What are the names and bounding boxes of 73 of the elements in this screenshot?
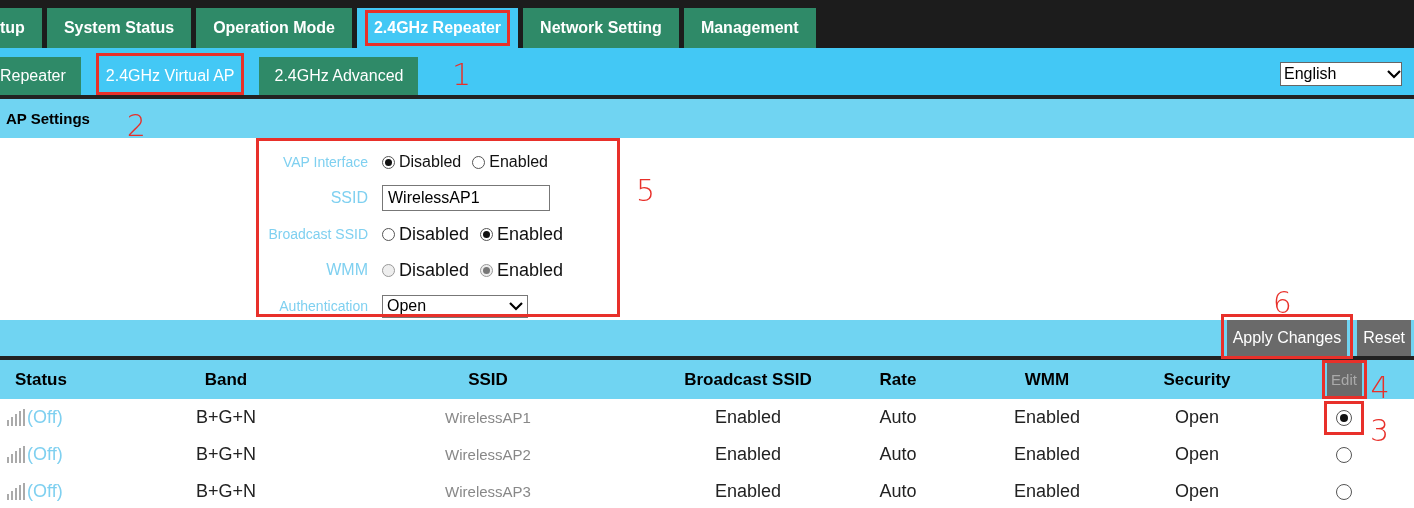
language-select[interactable]: English bbox=[1280, 62, 1402, 86]
annotation-number: 6 bbox=[1272, 288, 1292, 318]
annotation-number: 3 bbox=[1370, 415, 1390, 446]
radio-button[interactable] bbox=[1336, 483, 1352, 500]
signal-icon bbox=[7, 483, 25, 500]
table-cell-text: Enabled bbox=[1012, 444, 1082, 465]
annotation-number: 4 bbox=[1370, 373, 1390, 403]
nav-tab[interactable]: System Status bbox=[46, 8, 192, 48]
signal-icon bbox=[7, 409, 25, 426]
table-cell-text: WirelessAP3 bbox=[444, 483, 532, 500]
radio-option[interactable]: Enabled bbox=[480, 223, 564, 245]
table-cell-text: WirelessAP1 bbox=[444, 409, 532, 426]
section-title: AP Settings bbox=[6, 109, 90, 129]
table-cell-text: B+G+N bbox=[195, 481, 257, 502]
table-cell-text: Auto bbox=[878, 481, 918, 502]
radio-button[interactable] bbox=[472, 155, 486, 169]
apply-button[interactable]: Apply Changes bbox=[1226, 320, 1348, 356]
radio-button[interactable] bbox=[382, 155, 395, 169]
sub-tab[interactable]: 2.4GHz Advanced bbox=[259, 57, 419, 95]
column-header: SSID bbox=[467, 369, 509, 390]
nav-tab[interactable]: Management bbox=[683, 8, 816, 48]
field-label: Authentication bbox=[278, 298, 368, 314]
select-value: English bbox=[1284, 65, 1337, 83]
column-header: WMM bbox=[1023, 369, 1071, 390]
table-cell-text: Enabled bbox=[713, 444, 783, 465]
ssid-input[interactable]: WirelessAP1 bbox=[382, 185, 550, 211]
reset-button[interactable]: Reset bbox=[1357, 320, 1411, 356]
nav-tab[interactable]: tup bbox=[0, 8, 42, 48]
radio-option: Enabled bbox=[480, 259, 564, 281]
chevron-down-icon bbox=[509, 301, 523, 311]
field-label: WMM bbox=[325, 261, 368, 279]
radio-button[interactable] bbox=[480, 227, 494, 241]
table-cell-text: Enabled bbox=[1012, 481, 1082, 502]
signal-icon bbox=[7, 446, 25, 463]
radio-button[interactable] bbox=[1336, 446, 1352, 463]
table-cell-text: Auto bbox=[878, 444, 918, 465]
nav-tab[interactable]: Network Setting bbox=[523, 8, 679, 48]
column-header: Status bbox=[14, 369, 68, 390]
edit-button: Edit bbox=[1326, 363, 1362, 396]
radio-option: Disabled bbox=[382, 259, 470, 281]
table-cell-text: Enabled bbox=[713, 481, 783, 502]
table-cell-text: Open bbox=[1173, 481, 1220, 502]
radio-option[interactable]: Enabled bbox=[472, 153, 548, 171]
column-header: Rate bbox=[878, 369, 918, 390]
table-cell-text: B+G+N bbox=[195, 407, 257, 428]
table-cell-text: B+G+N bbox=[195, 444, 257, 465]
annotation-number: 2 bbox=[126, 111, 146, 141]
table-cell-text: WirelessAP2 bbox=[444, 446, 532, 463]
authentication-select[interactable]: Open bbox=[382, 294, 528, 318]
chevron-down-icon bbox=[1387, 69, 1401, 79]
table-cell-text: Open bbox=[1173, 444, 1220, 465]
radio-button[interactable] bbox=[1336, 409, 1352, 426]
select-value: Open bbox=[387, 297, 427, 315]
status-text: (Off) bbox=[27, 407, 63, 428]
radio-option[interactable]: Disabled bbox=[382, 153, 462, 171]
column-header: Band bbox=[203, 369, 249, 390]
sub-tab[interactable]: Repeater bbox=[0, 57, 81, 95]
table-cell-text: Enabled bbox=[1012, 407, 1082, 428]
radio-option[interactable]: Disabled bbox=[382, 223, 470, 245]
annotation-number: 1 bbox=[451, 60, 471, 90]
table-cell-text: Auto bbox=[878, 407, 918, 428]
annotation-number: 5 bbox=[636, 176, 656, 206]
field-label: VAP Interface bbox=[281, 154, 368, 170]
radio-button[interactable] bbox=[382, 227, 395, 241]
column-header: Broadcast SSID bbox=[683, 369, 813, 390]
table-cell-text: Open bbox=[1173, 407, 1220, 428]
table-cell-text: Enabled bbox=[713, 407, 783, 428]
status-text: (Off) bbox=[27, 481, 63, 502]
field-label: SSID bbox=[329, 189, 368, 207]
status-text: (Off) bbox=[27, 444, 63, 465]
field-label: Broadcast SSID bbox=[267, 226, 368, 242]
column-header: Security bbox=[1162, 369, 1232, 390]
nav-tab[interactable]: Operation Mode bbox=[196, 8, 352, 48]
